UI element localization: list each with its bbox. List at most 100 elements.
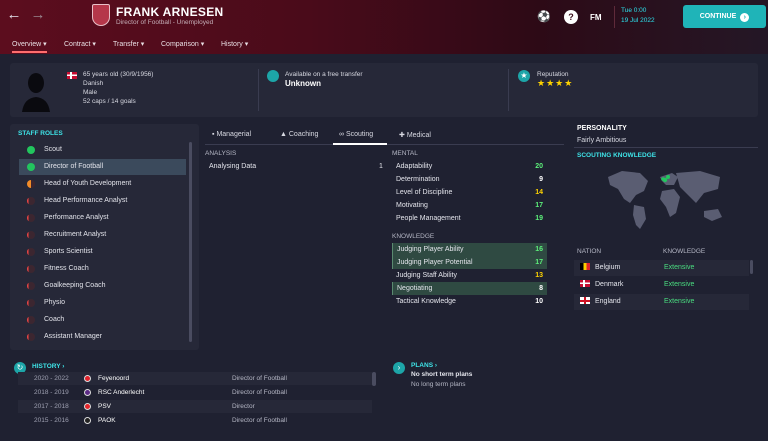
role-level-icon [27, 265, 35, 273]
role-level-icon [27, 163, 35, 171]
staff-role-item[interactable]: Sports Scientist [19, 244, 186, 260]
role-label: Fitness Coach [44, 265, 89, 272]
knowledge-level: Extensive [664, 281, 695, 288]
long-term-plans: No long term plans [411, 381, 466, 388]
staff-role-item[interactable]: Head Performance Analyst [19, 193, 186, 209]
history-club: Feyenoord [98, 375, 130, 382]
history-role: Director of Football [232, 375, 287, 382]
nation-scrollbar[interactable] [750, 260, 753, 274]
role-level-icon [27, 197, 35, 205]
nation-row[interactable]: Belgium Extensive [574, 260, 749, 276]
attribute-value: 19 [535, 215, 543, 222]
club-crest-icon [84, 403, 91, 410]
staff-roles-heading: STAFF ROLES [18, 130, 63, 137]
divider [508, 69, 509, 111]
date-display[interactable]: Tue 0:00 19 Jul 2022 [614, 6, 677, 28]
denmark-flag-icon [67, 72, 77, 79]
staff-role-item[interactable]: Physio [19, 295, 186, 311]
staff-role-item[interactable]: Goalkeeping Coach [19, 278, 186, 294]
staff-role-item[interactable]: Head of Youth Development [19, 176, 186, 192]
attribute-row: Level of Discipline 14 [392, 186, 547, 199]
coaching-icon: ▲ [280, 131, 289, 138]
forward-arrow-icon[interactable]: → [28, 6, 48, 23]
game-time: Tue 0:00 [621, 7, 647, 14]
attribute-label: Tactical Knowledge [396, 298, 456, 305]
staff-role-item[interactable]: Assistant Manager [19, 329, 186, 345]
mental-heading: MENTAL [392, 150, 418, 157]
history-scrollbar[interactable] [372, 372, 376, 386]
tab-managerial[interactable]: ▪ Managerial [212, 131, 251, 138]
history-role: Director [232, 403, 255, 410]
roles-scrollbar[interactable] [189, 142, 192, 342]
caps-text: 52 caps / 14 goals [83, 98, 136, 105]
transfer-status-icon [267, 70, 279, 82]
staff-role-item[interactable]: Fitness Coach [19, 261, 186, 277]
knowledge-level: Extensive [664, 264, 695, 271]
analysing-data-label: Analysing Data [209, 163, 257, 170]
tab-contract[interactable]: Contract ▾ [64, 40, 96, 48]
role-label: Recruitment Analyst [44, 231, 107, 238]
attribute-value: 17 [535, 202, 543, 209]
attribute-row: Judging Player Potential 17 [392, 256, 547, 269]
staff-role-item[interactable]: Recruitment Analyst [19, 227, 186, 243]
history-years: 2017 - 2018 [34, 403, 69, 410]
attribute-label: People Management [396, 215, 461, 222]
tab-overview[interactable]: Overview ▾ [12, 40, 47, 53]
england-flag-icon [580, 297, 590, 304]
plans-heading[interactable]: PLANS › [411, 362, 437, 369]
history-row[interactable]: 2020 - 2022 Feyenoord Director of Football [18, 372, 372, 385]
divider [574, 147, 758, 148]
nationality-text: Danish [83, 80, 104, 87]
history-heading[interactable]: HISTORY › [32, 363, 64, 370]
tab-transfer[interactable]: Transfer ▾ [113, 40, 144, 48]
history-years: 2015 - 2016 [34, 417, 69, 424]
attribute-row: Adaptability 20 [392, 160, 547, 173]
tab-history[interactable]: History ▾ [221, 40, 248, 48]
attribute-value: 16 [535, 246, 543, 253]
nation-row[interactable]: Denmark Extensive [574, 277, 749, 293]
transfer-status-text: Available on a free transfer [285, 71, 363, 78]
role-level-icon [27, 146, 35, 154]
role-label: Director of Football [44, 163, 104, 170]
attribute-label: Judging Staff Ability [396, 272, 457, 279]
role-label: Scout [44, 146, 62, 153]
nation-name: Denmark [595, 281, 624, 288]
nation-row[interactable]: England Extensive [574, 294, 749, 310]
continue-button[interactable]: CONTINUE › [683, 5, 766, 28]
plans-icon: › [393, 362, 405, 374]
short-term-plans: No short term plans [411, 371, 473, 378]
nation-name: England [595, 298, 621, 305]
reputation-stars: ★★★★ [537, 78, 574, 88]
history-club: PAOK [98, 417, 116, 424]
personality-heading: PERSONALITY [577, 125, 627, 132]
fm-menu-button[interactable]: FM [590, 13, 602, 22]
star-icon: ★ [518, 70, 530, 82]
attribute-label: Judging Player Potential [397, 259, 473, 266]
game-date: 19 Jul 2022 [621, 17, 655, 24]
attribute-value: 9 [539, 176, 543, 183]
history-club: PSV [98, 403, 112, 410]
role-level-icon [27, 180, 35, 188]
staff-subtitle: Director of Football - Unemployed [116, 19, 214, 26]
staff-role-item[interactable]: Coach [19, 312, 186, 328]
role-label: Physio [44, 299, 66, 306]
staff-role-item[interactable]: Director of Football [19, 159, 186, 175]
staff-role-item[interactable]: Performance Analyst [19, 210, 186, 226]
belgium-flag-icon [580, 263, 590, 270]
attribute-row: People Management 19 [392, 212, 547, 225]
staff-role-item[interactable]: Scout [19, 142, 186, 158]
role-level-icon [27, 248, 35, 256]
tab-coaching[interactable]: ▲ Coaching [280, 131, 318, 138]
football-icon[interactable]: ⚽ [537, 10, 551, 24]
attribute-value: 20 [535, 163, 543, 170]
history-row[interactable]: 2017 - 2018 PSV Director [18, 400, 372, 413]
attribute-label: Negotiating [397, 285, 433, 292]
history-row[interactable]: 2015 - 2016 PAOK Director of Football [18, 414, 372, 427]
tab-comparison[interactable]: Comparison ▾ [161, 40, 204, 48]
help-icon[interactable]: ? [564, 10, 578, 24]
history-row[interactable]: 2018 - 2019 RSC Anderlecht Director of Foo… [18, 386, 372, 399]
info-personal: 65 years old (30/9/1956) Danish Male 52 … [83, 70, 153, 106]
tab-scouting[interactable]: ∞ Scouting [339, 131, 373, 138]
back-arrow-icon[interactable]: ← [4, 6, 24, 23]
tab-medical[interactable]: ✚ Medical [399, 131, 431, 139]
